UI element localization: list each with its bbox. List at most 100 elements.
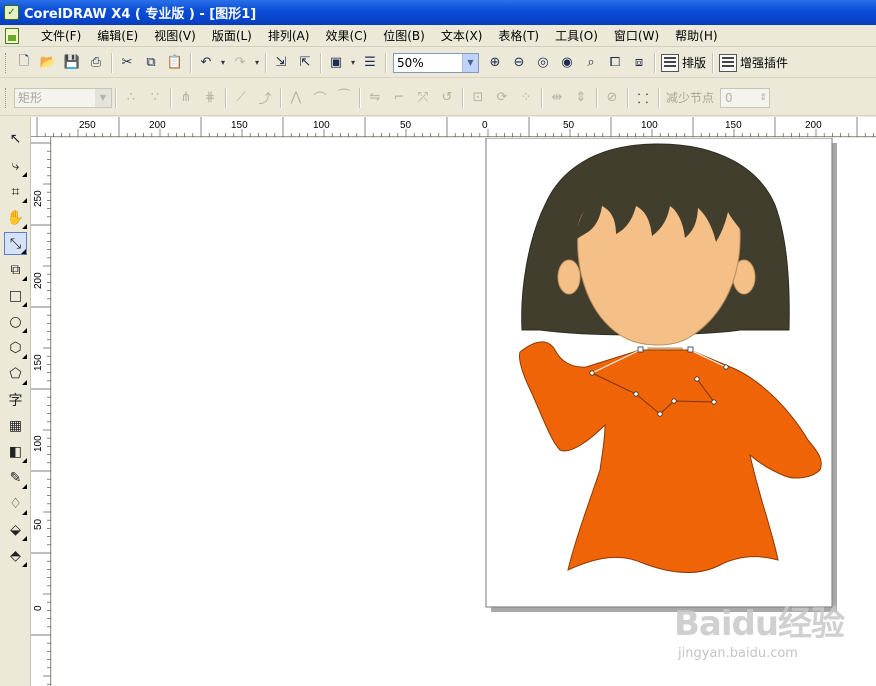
smart-fill-tool-icon[interactable]: ⧉ <box>4 258 27 281</box>
menu-tools[interactable]: 工具(O) <box>547 26 606 46</box>
smooth-node-icon[interactable]: ⌒ <box>308 86 332 110</box>
table-tool-icon[interactable]: ▦ <box>4 414 27 437</box>
shape-type-select[interactable]: 矩形 ▼ <box>14 87 112 108</box>
align-nodes-icon[interactable]: ⁘ <box>514 86 538 110</box>
pick-tool-icon[interactable]: ↖ <box>4 127 27 150</box>
separator <box>541 87 542 108</box>
menu-window[interactable]: 窗口(W) <box>606 26 667 46</box>
shape-tool-icon[interactable]: ⤷ <box>4 154 27 177</box>
menu-table[interactable]: 表格(T) <box>490 26 547 46</box>
convert-to-line-icon[interactable]: ⟋ <box>229 86 253 110</box>
redo-icon[interactable]: ↷ <box>228 51 252 75</box>
ruler-h-label: 200 <box>805 120 822 131</box>
chevron-down-icon[interactable]: ▼ <box>95 88 111 107</box>
spinner-icon[interactable]: ⇕ <box>757 93 769 103</box>
blend-tool-icon[interactable]: ◧ <box>4 440 27 463</box>
rectangle-tool-icon[interactable]: □ <box>4 284 27 307</box>
stretch-nodes-icon[interactable]: ⊡ <box>466 86 490 110</box>
add-node-icon[interactable]: ∴ <box>119 86 143 110</box>
eyedropper-tool-icon[interactable]: ✎ <box>4 466 27 489</box>
launcher-dropdown-icon[interactable]: ▾ <box>348 58 358 67</box>
print-icon[interactable]: ⎙ <box>84 51 108 75</box>
zoom-all-objects-icon[interactable]: ◉ <box>555 51 579 75</box>
outline-tool-icon[interactable]: ♢ <box>4 492 27 515</box>
separator <box>654 52 655 73</box>
crop-tool-icon[interactable]: ⌗ <box>4 180 27 203</box>
rotate-nodes-icon[interactable]: ⟳ <box>490 86 514 110</box>
menu-layout[interactable]: 版面(L) <box>204 26 260 46</box>
redo-dropdown-icon[interactable]: ▾ <box>252 58 262 67</box>
cusp-node-icon[interactable]: ⋀ <box>284 86 308 110</box>
join-nodes-icon[interactable]: ⋔ <box>174 86 198 110</box>
open-icon[interactable]: 📂 <box>36 51 60 75</box>
pan-tool-icon[interactable]: ✋ <box>4 206 27 229</box>
ruler-h-label: 100 <box>313 120 330 131</box>
application-launcher-icon[interactable]: ▣ <box>324 51 348 75</box>
chevron-down-icon[interactable]: ▼ <box>462 53 478 72</box>
copy-icon[interactable]: ⧉ <box>139 51 163 75</box>
enhance-plugin-button[interactable]: 增强插件 <box>716 53 791 72</box>
menu-file[interactable]: 文件(F) <box>33 26 89 46</box>
standard-toolbar: 🗋 📂 💾 ⎙ ✂ ⧉ 📋 ↶ ▾ ↷ ▾ ⇲ ⇱ ▣ ▾ ☰ 50% ▼ ⊕ … <box>0 48 876 78</box>
zoom-out-icon[interactable]: ⊖ <box>507 51 531 75</box>
mirror-horizontal-icon[interactable]: ⇹ <box>545 86 569 110</box>
zoom-in-icon[interactable]: ⊕ <box>483 51 507 75</box>
separator <box>320 52 321 73</box>
reduce-nodes-spinner[interactable]: 0 ⇕ <box>720 87 771 108</box>
drawing-canvas[interactable]: Baidu经验 jingyan.baidu.com <box>52 137 876 686</box>
delete-node-icon[interactable]: ∵ <box>143 86 167 110</box>
new-icon[interactable]: 🗋 <box>12 51 36 75</box>
extend-curve-icon[interactable]: ⌐ <box>387 86 411 110</box>
horizontal-ruler[interactable]: 250 200 150 100 50 0 50 100 150 200 <box>31 117 876 137</box>
ruler-h-label: 50 <box>563 120 575 131</box>
reverse-direction-icon[interactable]: ⇋ <box>363 86 387 110</box>
separator <box>265 52 266 73</box>
layout-button[interactable]: 排版 <box>658 53 709 72</box>
menu-text[interactable]: 文本(X) <box>433 26 491 46</box>
paste-icon[interactable]: 📋 <box>163 51 187 75</box>
menu-help[interactable]: 帮助(H) <box>667 26 725 46</box>
import-icon[interactable]: ⇲ <box>269 51 293 75</box>
convert-to-curve-icon[interactable]: ⤴ <box>253 86 277 110</box>
menu-bar: 文件(F) 编辑(E) 视图(V) 版面(L) 排列(A) 效果(C) 位图(B… <box>0 25 876 47</box>
welcome-screen-icon[interactable]: ☰ <box>358 51 382 75</box>
menu-view[interactable]: 视图(V) <box>146 26 204 46</box>
menu-edit[interactable]: 编辑(E) <box>89 26 146 46</box>
reduce-nodes-label: 减少节点 <box>666 91 715 105</box>
interactive-fill-tool-icon[interactable]: ⬘ <box>4 544 27 567</box>
separator <box>385 52 386 73</box>
elastic-mode-icon[interactable]: ⊘ <box>600 86 624 110</box>
zoom-page-height-icon[interactable]: ⧈ <box>627 51 651 75</box>
undo-icon[interactable]: ↶ <box>194 51 218 75</box>
extract-subpath-icon[interactable]: ⤱ <box>411 86 435 110</box>
save-icon[interactable]: 💾 <box>60 51 84 75</box>
zoom-selected-icon[interactable]: ◎ <box>531 51 555 75</box>
text-tool-icon[interactable]: 字 <box>4 388 27 411</box>
left-ear[interactable] <box>557 259 581 295</box>
toolbar-grip[interactable] <box>5 87 8 108</box>
ellipse-tool-icon[interactable]: ○ <box>4 310 27 333</box>
zoom-page-width-icon[interactable]: ⧠ <box>603 51 627 75</box>
menu-arrange[interactable]: 排列(A) <box>260 26 318 46</box>
fill-tool-icon[interactable]: ⬙ <box>4 518 27 541</box>
bezier-tool-icon[interactable]: ⤡ <box>4 232 27 255</box>
zoom-level-select[interactable]: 50% ▼ <box>393 52 479 73</box>
symmetrical-node-icon[interactable]: ⁀ <box>332 86 356 110</box>
toolbar-grip[interactable] <box>5 52 8 73</box>
menu-effects[interactable]: 效果(C) <box>317 26 375 46</box>
select-all-nodes-icon[interactable]: ⸬ <box>631 86 655 110</box>
export-icon[interactable]: ⇱ <box>293 51 317 75</box>
auto-close-icon[interactable]: ↺ <box>435 86 459 110</box>
document-icon[interactable] <box>5 27 19 44</box>
zoom-page-icon[interactable]: ⌕ <box>579 51 603 75</box>
vertical-ruler[interactable]: 250 200 150 100 50 0 <box>31 137 51 686</box>
property-bar: 矩形 ▼ ∴ ∵ ⋔ ⋕ ⟋ ⤴ ⋀ ⌒ ⁀ ⇋ ⌐ ⤱ ↺ ⊡ ⟳ ⁘ ⇹ ⇕… <box>0 80 876 116</box>
polygon-tool-icon[interactable]: ⬡ <box>4 336 27 359</box>
separator <box>115 87 116 108</box>
basic-shapes-tool-icon[interactable]: ⬠ <box>4 362 27 385</box>
mirror-vertical-icon[interactable]: ⇕ <box>569 86 593 110</box>
menu-bitmaps[interactable]: 位图(B) <box>375 26 433 46</box>
cut-icon[interactable]: ✂ <box>115 51 139 75</box>
undo-dropdown-icon[interactable]: ▾ <box>218 58 228 67</box>
break-curve-icon[interactable]: ⋕ <box>198 86 222 110</box>
